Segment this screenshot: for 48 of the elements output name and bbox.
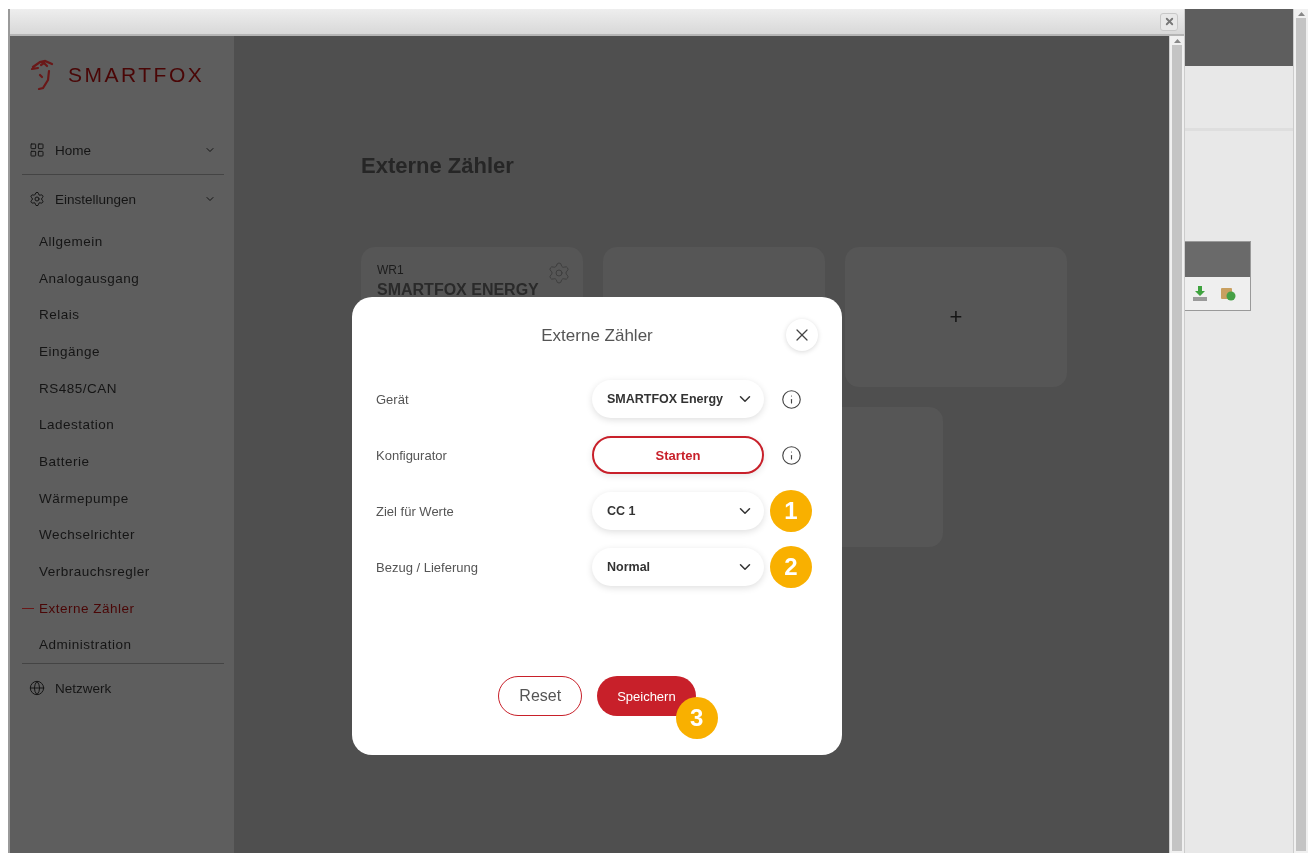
nav-item[interactable]: Verbrauchsregler (22, 553, 224, 590)
nav-item[interactable]: Relais (22, 296, 224, 334)
nav-item[interactable]: Eingänge (22, 333, 224, 370)
field-label: Gerät (376, 391, 410, 407)
reset-button[interactable]: Reset (498, 676, 583, 716)
scrollbar[interactable] (1169, 36, 1184, 853)
dropdown[interactable]: CC 1 (592, 492, 764, 530)
nav-item[interactable]: Administration (22, 626, 224, 664)
settings-icon[interactable] (547, 261, 571, 285)
field-label: Bezug / Lieferung (376, 559, 479, 575)
arrow-up-icon[interactable] (1173, 39, 1181, 43)
globe-icon (29, 680, 45, 697)
dropdown[interactable]: Normal (592, 548, 764, 586)
settings-icon (29, 191, 45, 207)
nav-item[interactable]: Wärmepumpe (22, 479, 224, 517)
nav-item[interactable]: Batterie (22, 443, 224, 480)
nav-item[interactable]: RS485/CAN (22, 369, 224, 407)
nav-section[interactable]: Home (22, 126, 224, 174)
step-badge: 2 (770, 546, 812, 588)
start-button[interactable]: Starten (592, 436, 764, 474)
info-icon[interactable] (780, 388, 802, 410)
nav-item[interactable]: Analogausgang (22, 259, 224, 297)
plus-sign: + (949, 304, 963, 330)
arrow-up-icon[interactable] (1297, 12, 1305, 16)
close-icon (1163, 16, 1175, 27)
nav-item[interactable]: Wechselrichter (22, 516, 224, 554)
nav-item[interactable]: Allgemein (22, 223, 224, 260)
dropdown[interactable]: SMARTFOX Energy (592, 380, 764, 418)
panel-header (1185, 242, 1250, 277)
step-badge: 1 (770, 490, 812, 532)
dialog-title: Externe Zähler (541, 326, 653, 346)
download-icon[interactable] (1192, 286, 1208, 301)
add-card[interactable]: + (845, 247, 1067, 387)
nav-section[interactable]: Einstellungen (22, 175, 224, 223)
card-caption: WR1 (377, 263, 405, 277)
nav-section[interactable]: Netzwerk (22, 664, 224, 713)
close-button[interactable] (1160, 12, 1178, 31)
package-icon[interactable] (1220, 286, 1236, 301)
nav-item[interactable]: Externe Zähler (22, 589, 224, 627)
scrollbar[interactable] (1293, 9, 1308, 853)
close-button[interactable] (786, 319, 818, 351)
info-icon[interactable] (780, 444, 802, 466)
grid-icon (29, 142, 45, 158)
nav-item[interactable]: Ladestation (22, 406, 224, 444)
field-label: Ziel für Werte (376, 503, 455, 519)
field-label: Konfigurator (376, 447, 448, 463)
brand-name: SMARTFOX (68, 63, 205, 87)
step-badge: 3 (675, 697, 718, 739)
